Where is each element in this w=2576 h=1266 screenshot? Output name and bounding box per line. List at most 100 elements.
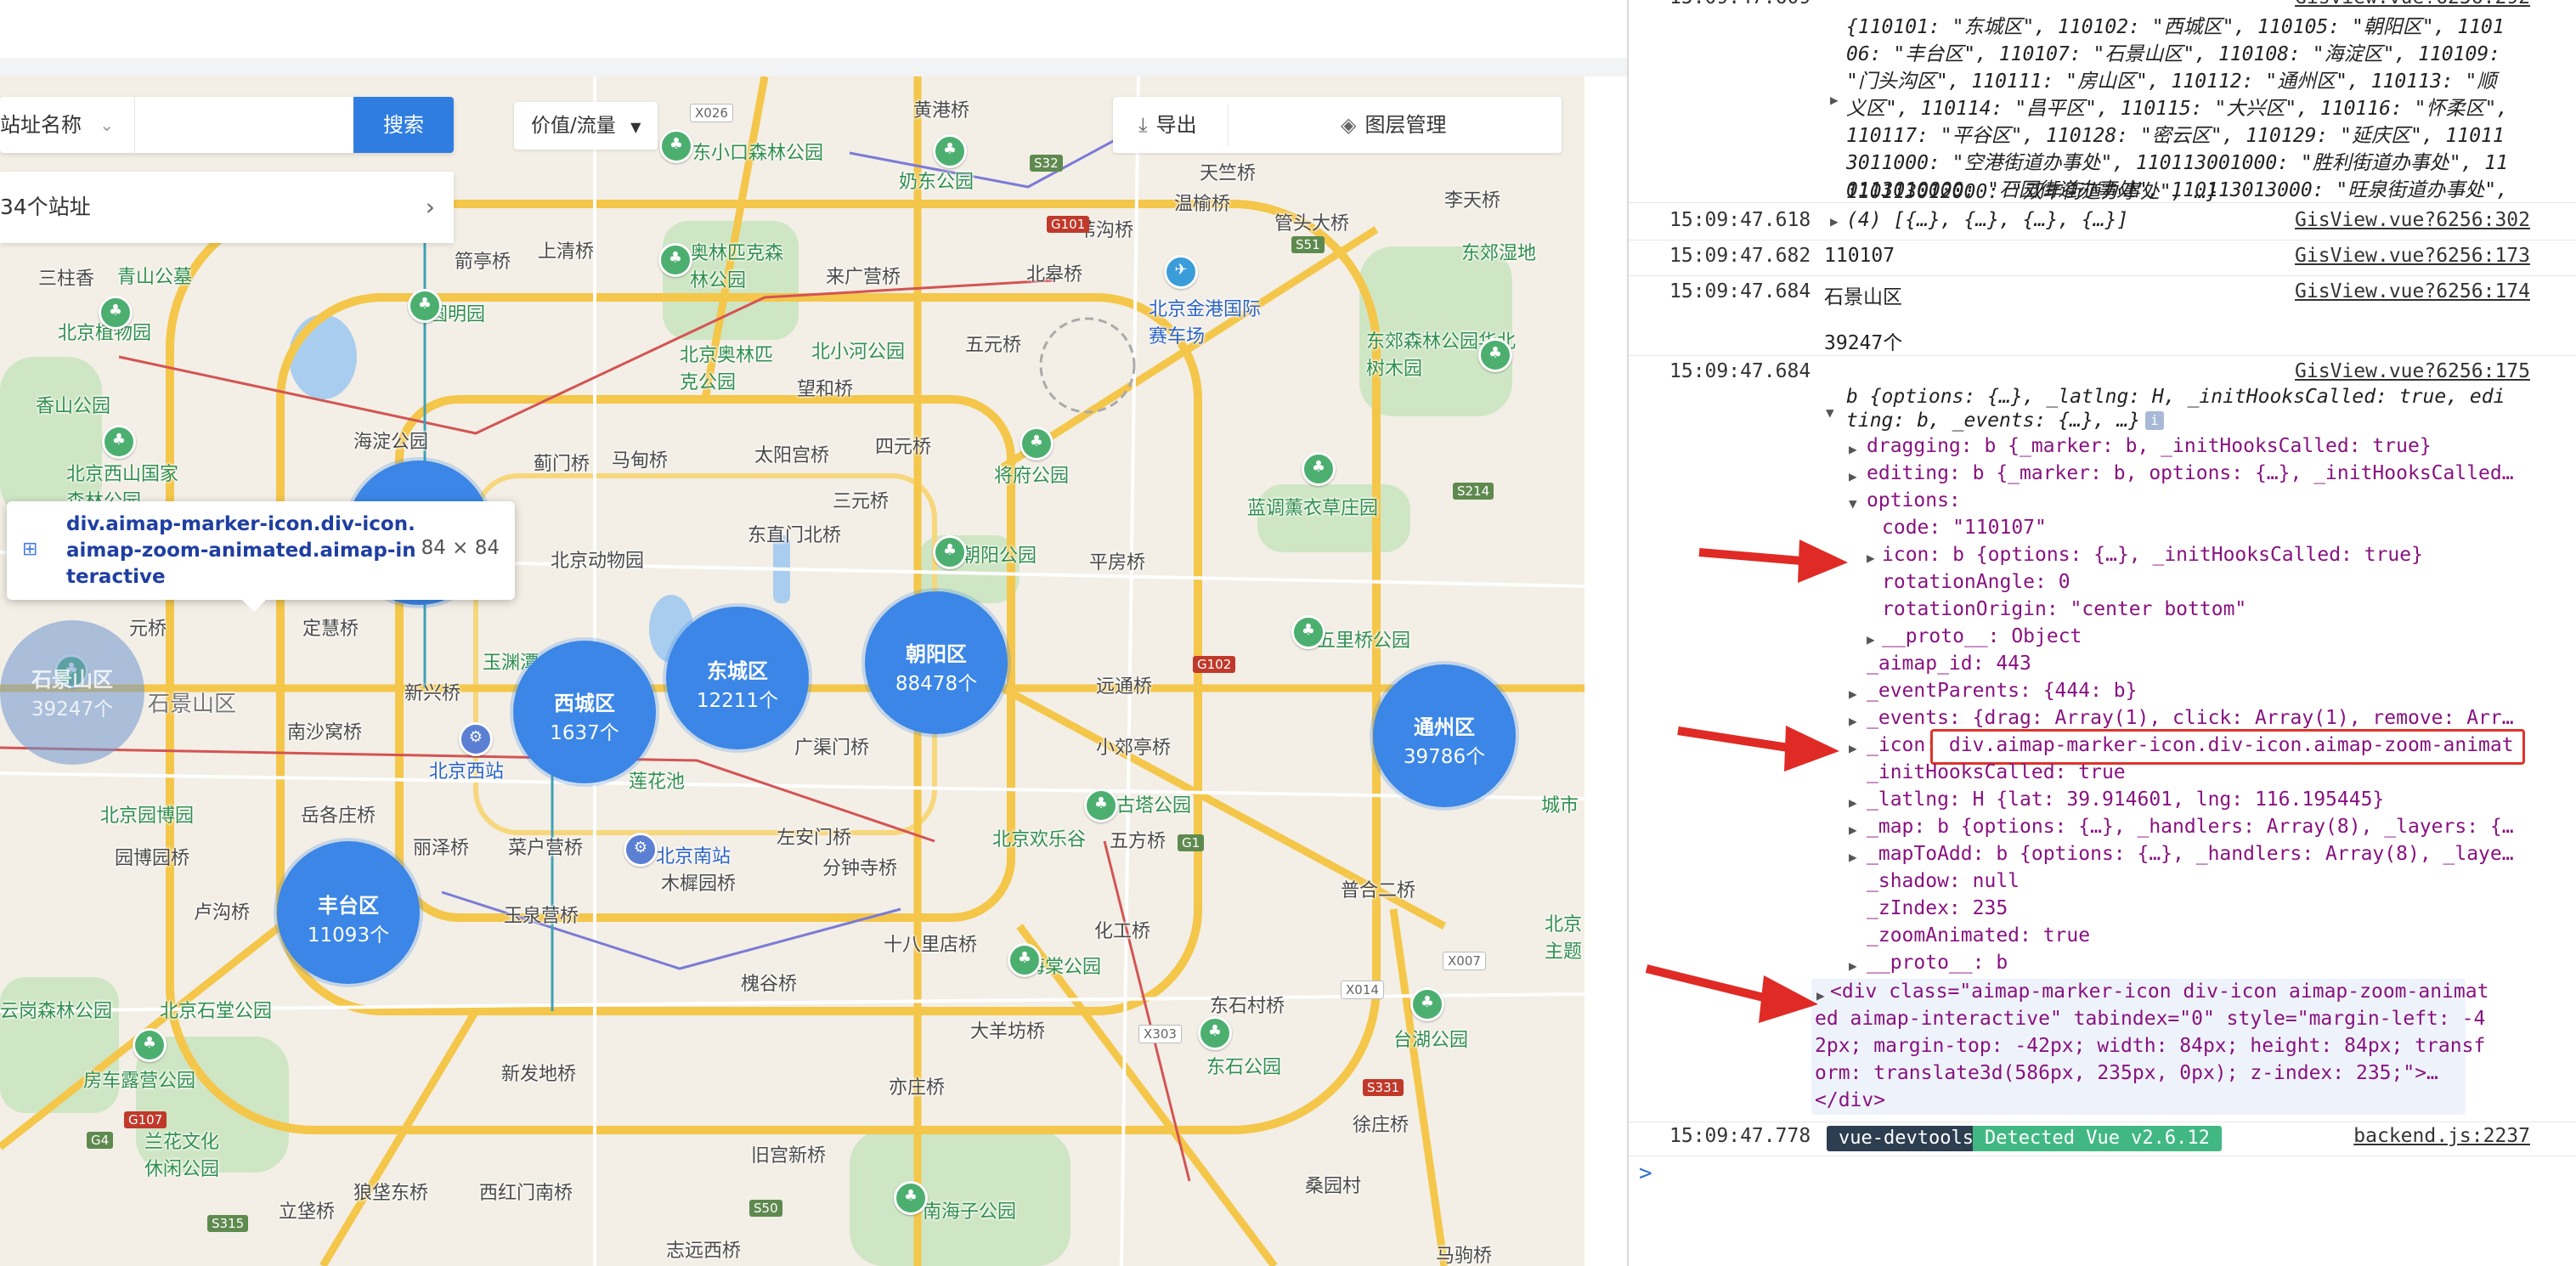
tooltip-selector: div.aimap-marker-icon.div-icon.aimap-zoo… [66, 513, 416, 588]
map-label: 东直门北桥 [748, 525, 842, 546]
map-label: 左安门桥 [777, 828, 852, 849]
property-line: _aimap_id: 443 [1867, 653, 2031, 675]
cluster-name: 西城区 [554, 692, 615, 715]
toolbar-divider [1228, 104, 1229, 146]
property-line: _eventParents: {444: b} [1867, 680, 2138, 702]
timestamp: 15:09:47.778 [1669, 1125, 1811, 1147]
cluster-marker-xicheng[interactable]: 西城区 1637个 [513, 641, 656, 783]
map-label: 蓝调薰衣草庄园 [1247, 498, 1379, 519]
expand-triangle-icon[interactable]: ▶ [1830, 213, 1839, 229]
park-pin-icon: ♣ [933, 535, 967, 569]
cluster-name: 石景山区 [31, 668, 113, 692]
park-pin-icon: ♣ [1020, 427, 1054, 461]
cluster-count: 11093个 [307, 924, 390, 947]
map-label: 园博园桥 [115, 848, 190, 869]
station-count-bar[interactable]: 34个站址 › [0, 172, 454, 243]
map-label: 北京奥林匹克公园 [680, 345, 774, 393]
dict-line: "门头沟区", 110111: "房山区", 110112: "通州区", 11… [1846, 71, 2497, 93]
road-tag: G101 [1047, 216, 1090, 233]
map-label: 三柱香 [38, 268, 95, 290]
expand-triangle-icon[interactable]: ▶ [1849, 441, 1857, 457]
map-label: 北京欢乐谷 [992, 829, 1087, 851]
expand-triangle-icon[interactable]: ▶ [1867, 631, 1875, 647]
source-link[interactable]: backend.js:2237 [2353, 1125, 2530, 1147]
map-label: 北京金港国际赛车场 [1149, 299, 1262, 348]
value-flow-select[interactable]: 价值/流量 ▼ [514, 102, 658, 150]
park-pin-icon: ♣ [1008, 943, 1042, 977]
road-tag: G1 [1178, 834, 1205, 851]
road-tag: S51 [1291, 236, 1325, 253]
map-label: 十八里店桥 [884, 935, 978, 956]
highlight-box [1930, 729, 2525, 765]
property-line: rotationAngle: 0 [1882, 571, 2070, 593]
map-label: 丽泽桥 [413, 838, 470, 859]
map-label: 北皋桥 [1026, 264, 1083, 285]
expand-triangle-icon[interactable]: ▶ [1849, 468, 1857, 484]
expand-triangle-icon[interactable]: ▶ [1867, 550, 1875, 566]
road-tag: X303 [1138, 1025, 1182, 1043]
map-label: 木樨园桥 [661, 873, 737, 895]
map-label: 管头大桥 [1274, 213, 1350, 235]
cluster-marker-tongzhou[interactable]: 通州区 39786个 [1373, 664, 1516, 807]
map-label: 奥林匹克森林公园 [690, 243, 784, 291]
field-select[interactable]: 站址名称 ⌄ [0, 97, 135, 153]
map-label: 东石公园 [1206, 1057, 1282, 1078]
console-row: 15:09:47.778 vue-devtools Detected Vue v… [1629, 1122, 2576, 1156]
dict-line: 义区", 110114: "昌平区", 110115: "大兴区", 11011… [1846, 98, 2509, 120]
road-tag: S214 [1453, 483, 1494, 500]
park-pin-icon: ♣ [102, 425, 136, 459]
property-line: _initHooksCalled: true [1867, 761, 2126, 783]
map-label: 马驹桥 [1436, 1246, 1493, 1266]
property-line: _mapToAdd: b {options: {…}, _handlers: A… [1867, 843, 2514, 865]
console-row: 15:09:47.682 110107 GisView.vue?6256:173 [1629, 241, 2576, 276]
timestamp: 15:09:47.682 [1669, 245, 1811, 267]
timestamp: 15:09:47.684 [1669, 280, 1811, 302]
cluster-marker-dongcheng[interactable]: 东城区 12211个 [666, 607, 809, 749]
cluster-count: 1637个 [550, 722, 619, 744]
inspect-tooltip: ⊞ div.aimap-marker-icon.div-icon.aimap-z… [7, 501, 515, 612]
source-link[interactable]: GisView.vue?6256:173 [2295, 245, 2530, 267]
map-label: 旧宫新桥 [751, 1145, 827, 1167]
map-label: 分钟寺桥 [822, 858, 898, 879]
prop-text: _zIndex: 235 [1867, 897, 2008, 919]
map-label: 台湖公园 [1393, 1030, 1469, 1051]
export-button[interactable]: ⤓ 导出 [1138, 97, 1197, 153]
park-pin-icon: ♣ [1302, 452, 1336, 486]
map-label: 东小口森林公园 [692, 143, 824, 164]
grid-icon: ⊞ [22, 539, 38, 560]
cluster-marker-chaoyang[interactable]: 朝阳区 88478个 [865, 591, 1008, 734]
source-link[interactable]: GisView.vue?6256:292 [2295, 0, 2530, 8]
park-pin-icon: ♣ [659, 129, 693, 163]
chevron-down-icon: ⌄ [99, 115, 114, 135]
layer-manage-button[interactable]: ◈ 图层管理 [1341, 97, 1446, 153]
map-label: 西红门南桥 [479, 1183, 573, 1204]
html-line: orm: translate3d(586px, 235px, 0px); z-i… [1815, 1062, 2438, 1084]
log-text: 39247个 [1824, 332, 1903, 354]
search-button[interactable]: 搜索 [353, 97, 454, 153]
map-label: 朝阳公园 [962, 545, 1037, 567]
search-input[interactable] [136, 97, 352, 153]
expand-triangle-icon[interactable]: ▶ [1830, 92, 1839, 108]
html-line: <div class="aimap-marker-icon div-icon a… [1830, 981, 2489, 1003]
map-label: 五里桥公园 [1317, 630, 1411, 652]
map-label: 石景山区 [148, 692, 237, 717]
map-canvas[interactable]: 黄港桥 东小口森林公园 奶东公园 天竺桥 温榆桥 李天桥 管头大桥 苇沟桥 北皋… [0, 76, 1585, 1266]
source-link[interactable]: GisView.vue?6256:302 [2295, 209, 2530, 231]
map-app: 黄港桥 东小口森林公园 奶东公园 天竺桥 温榆桥 李天桥 管头大桥 苇沟桥 北皋… [0, 0, 1627, 1266]
cluster-marker-fengtai[interactable]: 丰台区 11093个 [277, 841, 420, 984]
html-element-preview[interactable]: ▶ <div class="aimap-marker-icon div-icon… [1811, 979, 2488, 1115]
source-link[interactable]: GisView.vue?6256:174 [2295, 280, 2530, 302]
map-label: 将府公园 [994, 466, 1070, 487]
cluster-marker-shijingshan[interactable]: 石景山区 39247个 [0, 620, 144, 765]
console-row: 15:09:47.618 ▶ (4) [{…}, {…}, {…}, {…}] … [1629, 206, 2576, 240]
collapse-triangle-icon[interactable]: ▼ [1826, 404, 1834, 421]
map-label: 青山公墓 [117, 267, 193, 288]
prop-text: _aimap_id: 443 [1867, 653, 2031, 675]
timestamp: 15:09:47.684 [1669, 360, 1811, 382]
timestamp: 15:09:47.618 [1669, 209, 1811, 231]
console-prompt[interactable]: > [1639, 1161, 1652, 1186]
dict-line: {110101: "东城区", 110102: "西城区", 110105: "… [1846, 16, 2505, 38]
source-link[interactable]: GisView.vue?6256:175 [2295, 360, 2530, 382]
dict-line: 110113012000: "双丰街道办事处", …} [1846, 181, 2218, 203]
console-row: 15:09:47.684 石景山区 GisView.vue?6256:174 3… [1629, 277, 2576, 356]
